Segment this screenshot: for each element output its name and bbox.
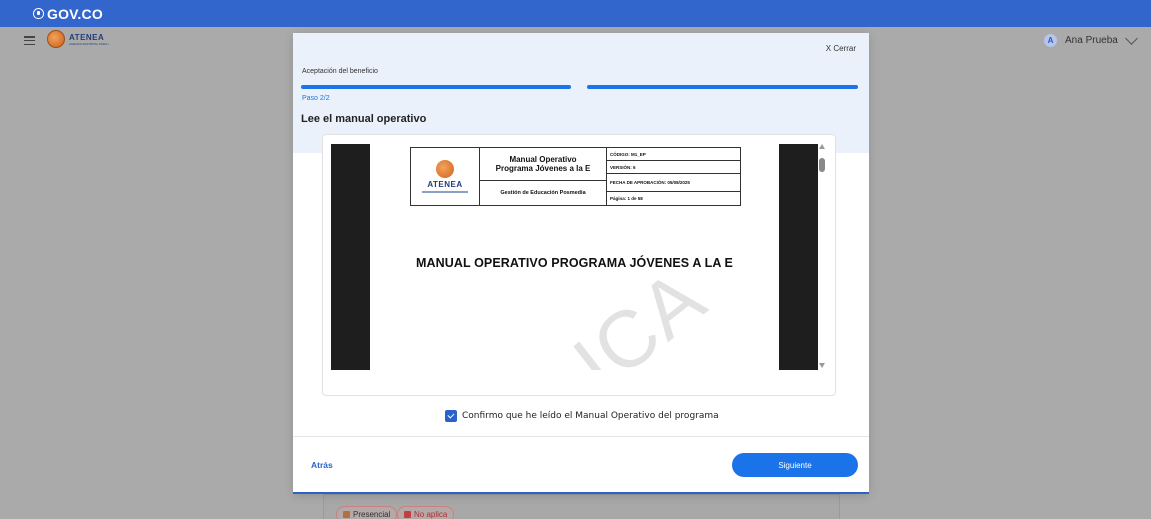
back-button[interactable]: Atrás — [311, 460, 333, 470]
confirm-manual-checkbox-row[interactable]: Confirmo que he leído el Manual Operativ… — [445, 410, 719, 422]
document-heading: MANUAL OPERATIVO PROGRAMA JÓVENES A LA E — [416, 256, 733, 270]
pdf-page: ATENEA Manual Operativo Programa Jóvenes… — [370, 144, 779, 370]
pdf-margin-left — [331, 144, 370, 370]
footer-divider — [293, 436, 869, 437]
document-code: CÓDIGO: M1_EP — [607, 148, 740, 161]
document-title-line1: Manual Operativo — [509, 155, 577, 164]
menu-icon[interactable] — [24, 36, 35, 45]
chip-presencial: Presencial — [336, 506, 398, 519]
document-title-line2: Programa Jóvenes a la E — [495, 164, 591, 173]
section-title: Lee el manual operativo — [301, 113, 427, 125]
document-logo: ATENEA — [411, 148, 480, 205]
step-indicator: Paso 2/2 — [302, 95, 330, 102]
chip-label: Presencial — [353, 510, 391, 519]
confirm-label[interactable]: Confirmo que he leído el Manual Operativ… — [462, 411, 719, 421]
presencial-icon — [343, 511, 350, 518]
modal-bottom-accent — [293, 492, 869, 494]
pdf-scrollbar[interactable] — [819, 144, 827, 370]
document-version: VERSIÓN: 6 — [607, 161, 740, 174]
document-department: Gestión de Educación Posmedia — [500, 190, 586, 196]
document-approval-date: FECHA DE APROBACIÓN: 05/08/2025 — [607, 174, 740, 192]
pdf-viewer[interactable]: ATENEA Manual Operativo Programa Jóvenes… — [322, 134, 836, 396]
no-aplica-icon — [404, 511, 411, 518]
document-title: Manual Operativo Programa Jóvenes a la E — [480, 148, 606, 181]
user-menu[interactable]: A Ana Prueba — [1044, 31, 1138, 47]
progress-step-2 — [587, 85, 858, 89]
user-avatar: A — [1044, 34, 1057, 47]
document-page: Página: 1 de 58 — [610, 196, 643, 201]
benefit-acceptance-modal: X Cerrar Aceptación del beneficio Paso 2… — [293, 33, 869, 494]
document-header-table: ATENEA Manual Operativo Programa Jóvenes… — [410, 147, 741, 206]
close-button[interactable]: X Cerrar — [826, 44, 856, 53]
scroll-thumb[interactable] — [819, 158, 825, 172]
gov-brand[interactable]: GOV.CO — [47, 6, 103, 22]
chip-no-aplica: No aplica — [397, 506, 455, 519]
progress-step-1 — [301, 85, 571, 89]
scroll-down-icon[interactable] — [819, 363, 825, 368]
atenea-logo-icon — [47, 30, 65, 48]
chevron-down-icon — [1124, 31, 1138, 45]
user-name: Ana Prueba — [1065, 35, 1118, 46]
gov-shield-icon — [33, 8, 44, 19]
gov-bar: GOV.CO — [0, 0, 1151, 27]
step-title: Aceptación del beneficio — [302, 68, 378, 75]
scroll-up-icon[interactable] — [819, 144, 825, 149]
next-button[interactable]: Siguiente — [732, 453, 858, 477]
document-logo-text: ATENEA — [427, 180, 463, 189]
pdf-margin-right — [779, 144, 818, 370]
confirm-checkbox[interactable] — [445, 410, 457, 422]
chip-label: No aplica — [414, 510, 448, 519]
logo-text: ATENEA — [69, 32, 105, 42]
atenea-logo[interactable]: ATENEA AGENCIA DISTRITAL PARA LA EDUCACI… — [47, 30, 109, 48]
logo-subtext: AGENCIA DISTRITAL PARA LA EDUCACIÓN SUPE… — [69, 41, 109, 46]
atenea-logo-icon — [436, 160, 454, 178]
